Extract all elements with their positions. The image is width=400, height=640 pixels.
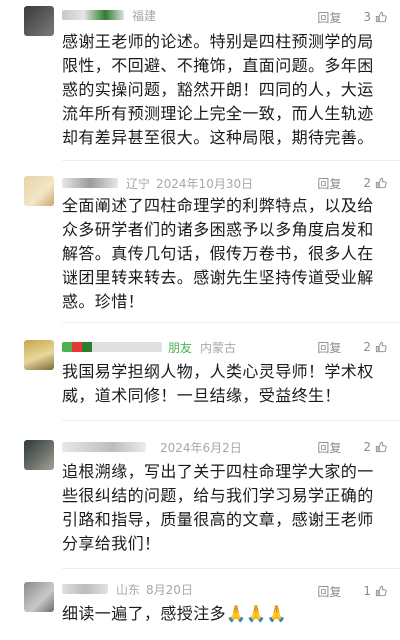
username-redacted[interactable] (62, 442, 146, 452)
comment-text: 追根溯缘，写出了关于四柱命理学大家的一些很纠结的问题，给与我们学习易学正确的引路… (62, 462, 374, 553)
thumbs-up-icon[interactable] (374, 10, 388, 24)
like-count: 2 (363, 176, 371, 190)
avatar[interactable] (24, 176, 54, 206)
divider (62, 568, 400, 569)
comment-meta: 辽宁 2024年10月30日 (62, 174, 253, 192)
comment-actions: 回复 2 (317, 338, 388, 356)
like-count: 3 (363, 10, 371, 24)
reply-button[interactable]: 回复 (317, 9, 341, 26)
comment-meta: 2024年6月2日 (62, 438, 242, 456)
divider (62, 322, 400, 323)
avatar[interactable] (24, 340, 54, 370)
comment-text: 全面阐述了四柱命理学的利弊特点，以及给众多研学者们的诸多困惑予以多角度启发和解答… (62, 196, 374, 311)
thumbs-up-icon[interactable] (374, 440, 388, 454)
comment-date: 8月20日 (146, 582, 193, 597)
username-redacted[interactable] (62, 584, 108, 594)
reply-button[interactable]: 回复 (317, 439, 341, 456)
friend-tag: 朋友 (168, 340, 193, 355)
comment-meta: 山东 8月20日 (62, 580, 193, 598)
thumbs-up-icon[interactable] (374, 340, 388, 354)
comment-text: 感谢王老师的论述。特别是四柱预测学的局限性，不回避、不掩饰，直面问题。多年困惑的… (62, 32, 374, 147)
comment-actions: 回复 2 (317, 438, 388, 456)
like-count: 1 (363, 584, 371, 598)
comment-text: 我国易学担纲人物，人类心灵导师！学术权威，道术同修！一旦结缘，受益终生！ (62, 362, 374, 405)
avatar[interactable] (24, 582, 54, 612)
comment-date: 2024年6月2日 (160, 440, 242, 455)
thumbs-up-icon[interactable] (374, 176, 388, 190)
username-redacted[interactable] (62, 10, 124, 20)
comment-region: 内蒙古 (200, 340, 237, 355)
avatar[interactable] (24, 440, 54, 470)
like-count: 2 (363, 440, 371, 454)
reply-button[interactable]: 回复 (317, 583, 341, 600)
divider (62, 420, 400, 421)
comment-date: 2024年10月30日 (156, 176, 254, 191)
divider (62, 160, 400, 161)
avatar[interactable] (24, 6, 54, 36)
username-redacted[interactable] (62, 342, 162, 352)
like-count: 2 (363, 340, 371, 354)
username-redacted[interactable] (62, 178, 118, 188)
comment-region: 山东 (116, 582, 141, 597)
comment-region: 福建 (132, 8, 157, 23)
thumbs-up-icon[interactable] (374, 584, 388, 598)
comment-actions: 回复 1 (317, 582, 388, 600)
comment-region: 辽宁 (126, 176, 151, 191)
comment-actions: 回复 2 (317, 174, 388, 192)
comment-text: 细读一遍了，感授注多🙏🙏🙏 (62, 604, 287, 623)
reply-button[interactable]: 回复 (317, 175, 341, 192)
comment-meta: 福建 (62, 6, 156, 24)
comment-actions: 回复 3 (317, 8, 388, 26)
comment-meta: 朋友 内蒙古 (62, 338, 236, 356)
reply-button[interactable]: 回复 (317, 339, 341, 356)
